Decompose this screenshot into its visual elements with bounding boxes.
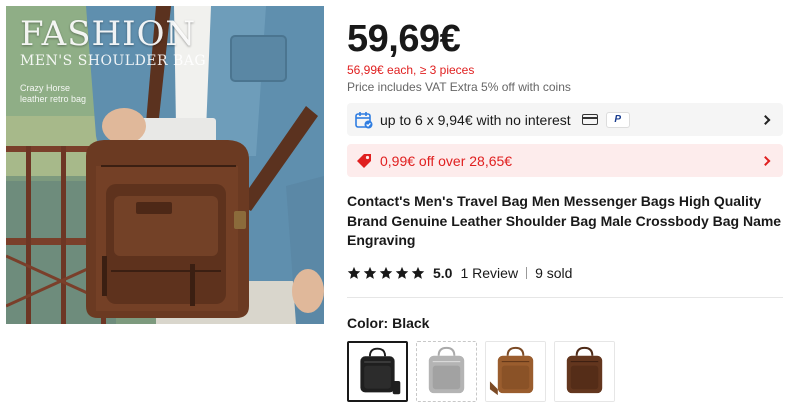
rating-score: 5.0 bbox=[433, 265, 453, 281]
overlay-subtitle: MEN'S SHOULDER BAG bbox=[20, 53, 207, 69]
bag-thumbnail-dark-brown bbox=[555, 342, 614, 401]
current-price: 59,69€ bbox=[347, 18, 461, 60]
paypal-icon: P bbox=[605, 111, 630, 128]
color-options bbox=[347, 341, 615, 402]
credit-card-icon bbox=[581, 114, 598, 125]
color-option-dark-brown[interactable] bbox=[554, 341, 615, 402]
star-rating bbox=[347, 266, 425, 280]
bag-thumbnail-black bbox=[349, 343, 406, 400]
bag-thumbnail-gray bbox=[417, 342, 476, 401]
coupon-tag-icon bbox=[357, 153, 371, 168]
bag-thumbnail-brown bbox=[486, 342, 545, 401]
reviews-link[interactable]: 1 Review bbox=[460, 265, 518, 281]
overlay-title: FASHION bbox=[20, 14, 197, 54]
coupon-text: 0,99€ off over 28,65€ bbox=[380, 152, 513, 169]
section-divider bbox=[347, 297, 783, 298]
selected-color: Black bbox=[392, 315, 430, 331]
color-option-brown[interactable] bbox=[485, 341, 546, 402]
main-product-image[interactable]: FASHION MEN'S SHOULDER BAG Crazy Horse l… bbox=[6, 6, 324, 324]
chevron-right-icon bbox=[760, 155, 771, 166]
product-title: Contact's Men's Travel Bag Men Messenger… bbox=[347, 193, 782, 248]
color-label: Color: Black bbox=[347, 315, 429, 331]
rating-row: 5.0 1 Review 9 sold bbox=[347, 264, 572, 282]
color-option-black[interactable] bbox=[347, 341, 408, 402]
color-label-text: Color: bbox=[347, 315, 389, 331]
installment-text: up to 6 x 9,94€ with no interest bbox=[380, 111, 571, 128]
color-option-gray[interactable] bbox=[416, 341, 477, 402]
star-icon bbox=[411, 266, 425, 279]
star-icon bbox=[395, 266, 409, 279]
coupon-bar[interactable]: 0,99€ off over 28,65€ bbox=[347, 144, 783, 177]
star-icon bbox=[363, 266, 377, 279]
star-icon bbox=[347, 266, 361, 279]
chevron-right-icon bbox=[760, 114, 771, 125]
sold-count: 9 sold bbox=[535, 265, 573, 281]
installment-bar[interactable]: up to 6 x 9,94€ with no interest P bbox=[347, 103, 783, 136]
star-icon bbox=[379, 266, 393, 279]
divider bbox=[526, 267, 528, 279]
overlay-note: Crazy Horse leather retro bag bbox=[20, 83, 87, 104]
installment-calendar-icon bbox=[355, 111, 373, 128]
vat-note: Price includes VAT Extra 5% off with coi… bbox=[347, 80, 571, 94]
bulk-price-offer: 56,99€ each, ≥ 3 pieces bbox=[347, 63, 475, 77]
